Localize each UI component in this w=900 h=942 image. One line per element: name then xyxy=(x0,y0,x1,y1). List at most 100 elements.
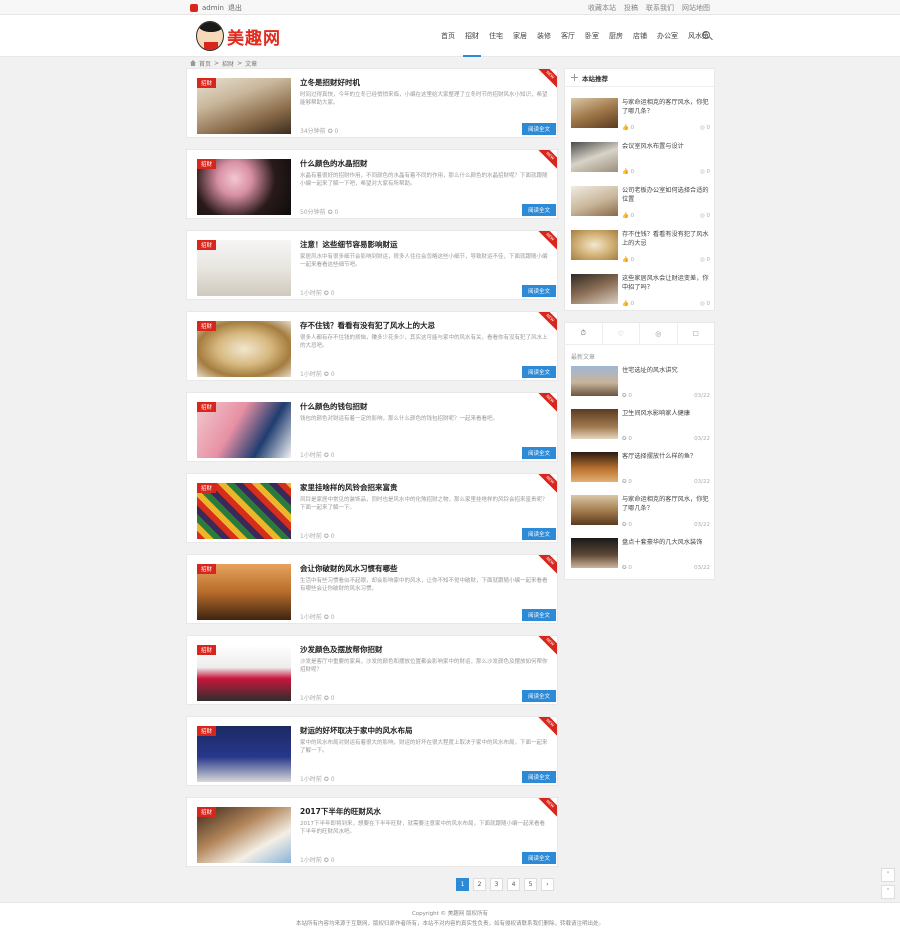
recommend-item[interactable]: 与家命运相克的客厅风水，你犯了哪几条？ 👍 0 ◎ 0 xyxy=(571,98,710,138)
latest-thumbnail[interactable] xyxy=(571,538,618,568)
post-category[interactable]: 招财 xyxy=(197,159,217,169)
recommend-title[interactable]: 公司老板办公室如何选择合适的位置 xyxy=(622,186,710,206)
post-title[interactable]: 会让你破财的风水习惯有哪些 xyxy=(300,563,545,574)
recommend-item[interactable]: 存不住钱？看看有没有犯了风水上的大忌 👍 0 ◎ 0 xyxy=(571,230,710,270)
latest-item[interactable]: 与家命运相克的客厅风水，你犯了哪几条？ ✪ 0 03/22 xyxy=(571,495,710,535)
page-button[interactable]: 1 xyxy=(456,878,469,891)
post-category[interactable]: 招财 xyxy=(197,240,217,250)
post-category[interactable]: 招财 xyxy=(197,645,217,655)
thumbs-up-icon[interactable]: 👍 xyxy=(622,257,629,263)
nav-item[interactable]: 家居 xyxy=(508,15,532,57)
read-more-button[interactable]: 阅读全文 xyxy=(522,690,556,702)
recommend-item[interactable]: 这些家居风水会让财运变差，你中招了吗？ 👍 0 ◎ 0 xyxy=(571,274,711,314)
recommend-thumbnail[interactable] xyxy=(571,142,618,172)
site-logo[interactable]: 美趣网 xyxy=(196,19,288,53)
post-title[interactable]: 沙发颜色及摆放帮你招财 xyxy=(300,644,545,655)
read-more-button[interactable]: 阅读全文 xyxy=(522,609,556,621)
read-more-button[interactable]: 阅读全文 xyxy=(522,447,556,459)
like-count: 0 xyxy=(630,169,635,175)
top-link[interactable]: 网站地图 xyxy=(682,3,710,13)
page-button[interactable]: 2 xyxy=(473,878,486,891)
post-title[interactable]: 什么颜色的水晶招财 xyxy=(300,158,545,169)
latest-item[interactable]: 住宅选址的风水讲究 ✪ 0 03/22 xyxy=(571,366,710,406)
post-title[interactable]: 2017下半年的旺财风水 xyxy=(300,806,545,817)
comment-icon: ✪ xyxy=(323,290,329,297)
nav-item-active[interactable]: 招财 xyxy=(460,15,484,57)
post-title[interactable]: 财运的好坏取决于家中的风水布局 xyxy=(300,725,545,736)
breadcrumb-home[interactable]: 首页 xyxy=(199,59,211,68)
post-title[interactable]: 家里挂啥样的风铃会招来富贵 xyxy=(300,482,545,493)
nav-item[interactable]: 店铺 xyxy=(628,15,652,57)
nav-item[interactable]: 办公室 xyxy=(652,15,683,57)
post-category[interactable]: 招财 xyxy=(197,321,217,331)
post-title[interactable]: 注意！这些细节容易影响财运 xyxy=(300,239,545,250)
recommend-thumbnail[interactable] xyxy=(571,274,618,304)
tab-liked[interactable]: ♡ xyxy=(603,323,640,344)
search-icon[interactable] xyxy=(702,31,710,39)
recommend-title[interactable]: 会议室风水布置与设计 xyxy=(622,142,710,162)
tab-comments[interactable]: ☐ xyxy=(678,323,715,344)
page-button[interactable]: 5 xyxy=(524,878,537,891)
post-category[interactable]: 招财 xyxy=(197,402,217,412)
latest-thumbnail[interactable] xyxy=(571,452,618,482)
thumbs-up-icon[interactable]: 👍 xyxy=(622,125,629,131)
page-button[interactable]: 3 xyxy=(490,878,503,891)
latest-item[interactable]: 客厅选择摆放什么样的鱼？ ✪ 0 03/22 xyxy=(571,452,710,492)
latest-thumbnail[interactable] xyxy=(571,366,618,396)
post-title[interactable]: 什么颜色的钱包招财 xyxy=(300,401,545,412)
page-button[interactable]: 4 xyxy=(507,878,520,891)
breadcrumb-cat[interactable]: 招财 xyxy=(222,59,234,68)
post-category[interactable]: 招财 xyxy=(197,807,217,817)
latest-title[interactable]: 住宅选址的风水讲究 xyxy=(622,366,710,386)
thumbs-up-icon[interactable]: 👍 xyxy=(622,169,629,175)
post-category[interactable]: 招财 xyxy=(197,78,217,88)
nav-item[interactable]: 首页 xyxy=(436,15,460,57)
post-title[interactable]: 存不住钱？看看有没有犯了风水上的大忌 xyxy=(300,320,545,331)
post-category[interactable]: 招财 xyxy=(197,564,217,574)
tab-viewed[interactable]: ◎ xyxy=(640,323,678,344)
read-more-button[interactable]: 阅读全文 xyxy=(522,852,556,864)
recommend-item[interactable]: 公司老板办公室如何选择合适的位置 👍 0 ◎ 0 xyxy=(571,186,710,226)
view-count: 0 xyxy=(706,301,711,307)
post-category[interactable]: 招财 xyxy=(197,726,217,736)
scroll-up-button[interactable]: ˄ xyxy=(881,868,895,882)
recommend-title[interactable]: 存不住钱？看看有没有犯了风水上的大忌 xyxy=(622,230,710,250)
latest-title[interactable]: 卫生间风水影响家人健康 xyxy=(622,409,710,429)
recommend-item[interactable]: 会议室风水布置与设计 👍 0 ◎ 0 xyxy=(571,142,710,182)
exit-link[interactable]: 退出 xyxy=(228,3,242,13)
recommend-title[interactable]: 这些家居风水会让财运变差，你中招了吗？ xyxy=(622,274,710,294)
latest-thumbnail[interactable] xyxy=(571,409,618,439)
nav-item[interactable]: 装修 xyxy=(532,15,556,57)
top-link[interactable]: 联系我们 xyxy=(646,3,674,13)
recommend-thumbnail[interactable] xyxy=(571,186,618,216)
latest-title[interactable]: 客厅选择摆放什么样的鱼？ xyxy=(622,452,710,472)
nav-item[interactable]: 厨房 xyxy=(604,15,628,57)
recommend-title[interactable]: 与家命运相克的客厅风水，你犯了哪几条？ xyxy=(622,98,710,118)
next-page-button[interactable]: › xyxy=(541,878,554,891)
read-more-button[interactable]: 阅读全文 xyxy=(522,285,556,297)
username[interactable]: admin xyxy=(202,4,224,12)
latest-item[interactable]: 卫生间风水影响家人健康 ✪ 0 03/22 xyxy=(571,409,710,449)
recommend-thumbnail[interactable] xyxy=(571,230,618,260)
top-link[interactable]: 收藏本站 xyxy=(588,3,616,13)
nav-item[interactable]: 客厅 xyxy=(556,15,580,57)
thumbs-up-icon[interactable]: 👍 xyxy=(622,301,629,307)
recommend-thumbnail[interactable] xyxy=(571,98,618,128)
nav-item[interactable]: 卧室 xyxy=(580,15,604,57)
read-more-button[interactable]: 阅读全文 xyxy=(522,771,556,783)
latest-title[interactable]: 盘点十套豪华的几大风水装饰 xyxy=(622,538,710,558)
read-more-button[interactable]: 阅读全文 xyxy=(522,204,556,216)
read-more-button[interactable]: 阅读全文 xyxy=(522,366,556,378)
read-more-button[interactable]: 阅读全文 xyxy=(522,123,556,135)
top-link[interactable]: 投稿 xyxy=(624,3,638,13)
latest-thumbnail[interactable] xyxy=(571,495,618,525)
latest-item[interactable]: 盘点十套豪华的几大风水装饰 ✪ 0 03/22 xyxy=(571,538,710,578)
post-title[interactable]: 立冬是招财好时机 xyxy=(300,77,545,88)
scroll-down-button[interactable]: ˅ xyxy=(881,885,895,899)
read-more-button[interactable]: 阅读全文 xyxy=(522,528,556,540)
latest-title[interactable]: 与家命运相克的客厅风水，你犯了哪几条？ xyxy=(622,495,710,515)
nav-item[interactable]: 住宅 xyxy=(484,15,508,57)
post-category[interactable]: 招财 xyxy=(197,483,217,493)
tab-latest[interactable]: ⏱ xyxy=(565,323,603,344)
thumbs-up-icon[interactable]: 👍 xyxy=(622,213,629,219)
